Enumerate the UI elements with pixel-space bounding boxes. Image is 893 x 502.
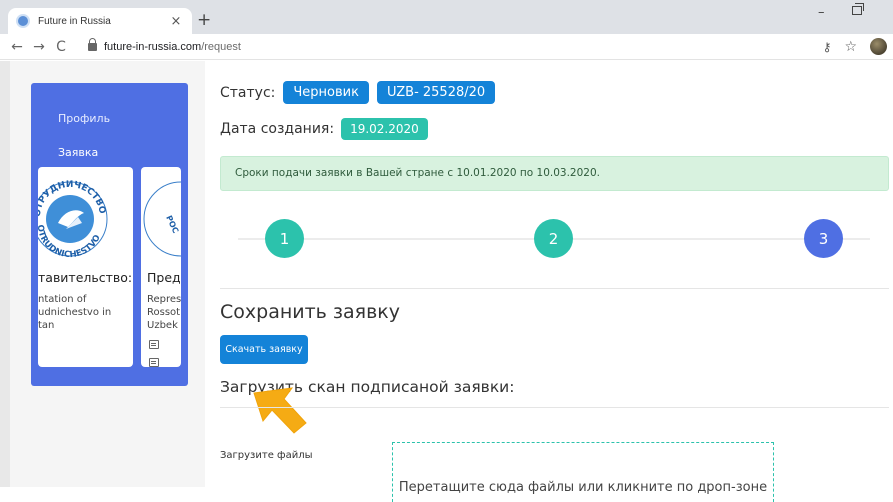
calendar-icon	[149, 340, 159, 349]
section-divider	[220, 407, 889, 408]
sidebar-item-request[interactable]: Заявка	[58, 146, 98, 159]
url-field[interactable]: future-in-russia.com/request	[104, 41, 241, 53]
date-row: Дата создания: 19.02.2020	[220, 118, 428, 140]
tab-title: Future in Russia	[38, 15, 111, 27]
save-request-heading: Сохранить заявку	[220, 301, 401, 323]
profile-avatar[interactable]	[870, 38, 887, 55]
left-edge-strip	[0, 61, 10, 487]
request-number-badge: UZB- 25528/20	[376, 81, 496, 104]
representation-card[interactable]: ОТРУДНИЧЕСТВО OTRUDNICHESTVO тавительств…	[38, 167, 133, 367]
new-tab-button[interactable]: +	[197, 10, 211, 30]
step-1[interactable]: 1	[265, 219, 304, 258]
rossotrudnichestvo-logo-icon: ОТРУДНИЧЕСТВО OTRUDNICHESTVO	[38, 180, 108, 260]
status-row: Статус: Черновик UZB- 25528/20	[220, 81, 496, 104]
download-request-button[interactable]: Скачать заявку	[220, 335, 308, 364]
browser-tab[interactable]: Future in Russia ×	[8, 8, 192, 34]
minimize-window-button[interactable]: –	[818, 5, 825, 20]
representation-card-2[interactable]: РОС Пред Repres Rossot Uzbek	[141, 167, 181, 367]
url-domain: future-in-russia.com	[104, 40, 202, 53]
card-title: тавительство:	[38, 270, 133, 285]
url-path: /request	[201, 40, 241, 53]
status-badge: Черновик	[283, 81, 369, 104]
site-favicon-icon	[16, 14, 30, 28]
browser-tab-bar: Future in Russia × + –	[0, 0, 893, 34]
bookmark-star-icon[interactable]: ☆	[844, 39, 857, 55]
address-bar: ← → C future-in-russia.com/request ⚷ ☆	[0, 34, 893, 60]
page-content: Профиль Заявка ОТРУДНИЧЕСТВО OTRUDNICHES…	[0, 61, 893, 502]
step-2[interactable]: 2	[534, 219, 573, 258]
section-divider	[220, 288, 889, 289]
close-tab-icon[interactable]: ×	[168, 14, 184, 29]
key-icon[interactable]: ⚷	[823, 40, 832, 54]
back-button[interactable]: ←	[6, 39, 28, 55]
status-label: Статус:	[220, 84, 276, 101]
deadline-alert: Сроки подачи заявки в Вашей стране с 10.…	[220, 156, 889, 191]
forward-button[interactable]: →	[28, 39, 50, 55]
dropzone-text: Перетащите сюда файлы или кликните по др…	[398, 480, 768, 495]
card-title: Пред	[147, 270, 181, 285]
file-dropzone[interactable]: Перетащите сюда файлы или кликните по др…	[392, 442, 774, 502]
reload-button[interactable]: C	[50, 39, 72, 55]
calendar-icon	[149, 358, 159, 367]
card-description: Repres Rossot Uzbek	[147, 294, 181, 331]
pointer-arrow-icon	[253, 387, 307, 434]
date-label: Дата создания:	[220, 121, 335, 137]
lock-icon[interactable]	[88, 37, 97, 51]
step-3[interactable]: 3	[804, 219, 843, 258]
card-description: ntation of udnichestvo in tan	[38, 294, 112, 331]
upload-files-label: Загрузите файлы	[220, 450, 313, 461]
restore-window-button[interactable]	[852, 3, 864, 15]
sidebar-item-profile[interactable]: Профиль	[58, 112, 110, 125]
partner-logo-icon: РОС	[143, 181, 181, 257]
date-badge: 19.02.2020	[341, 118, 428, 140]
